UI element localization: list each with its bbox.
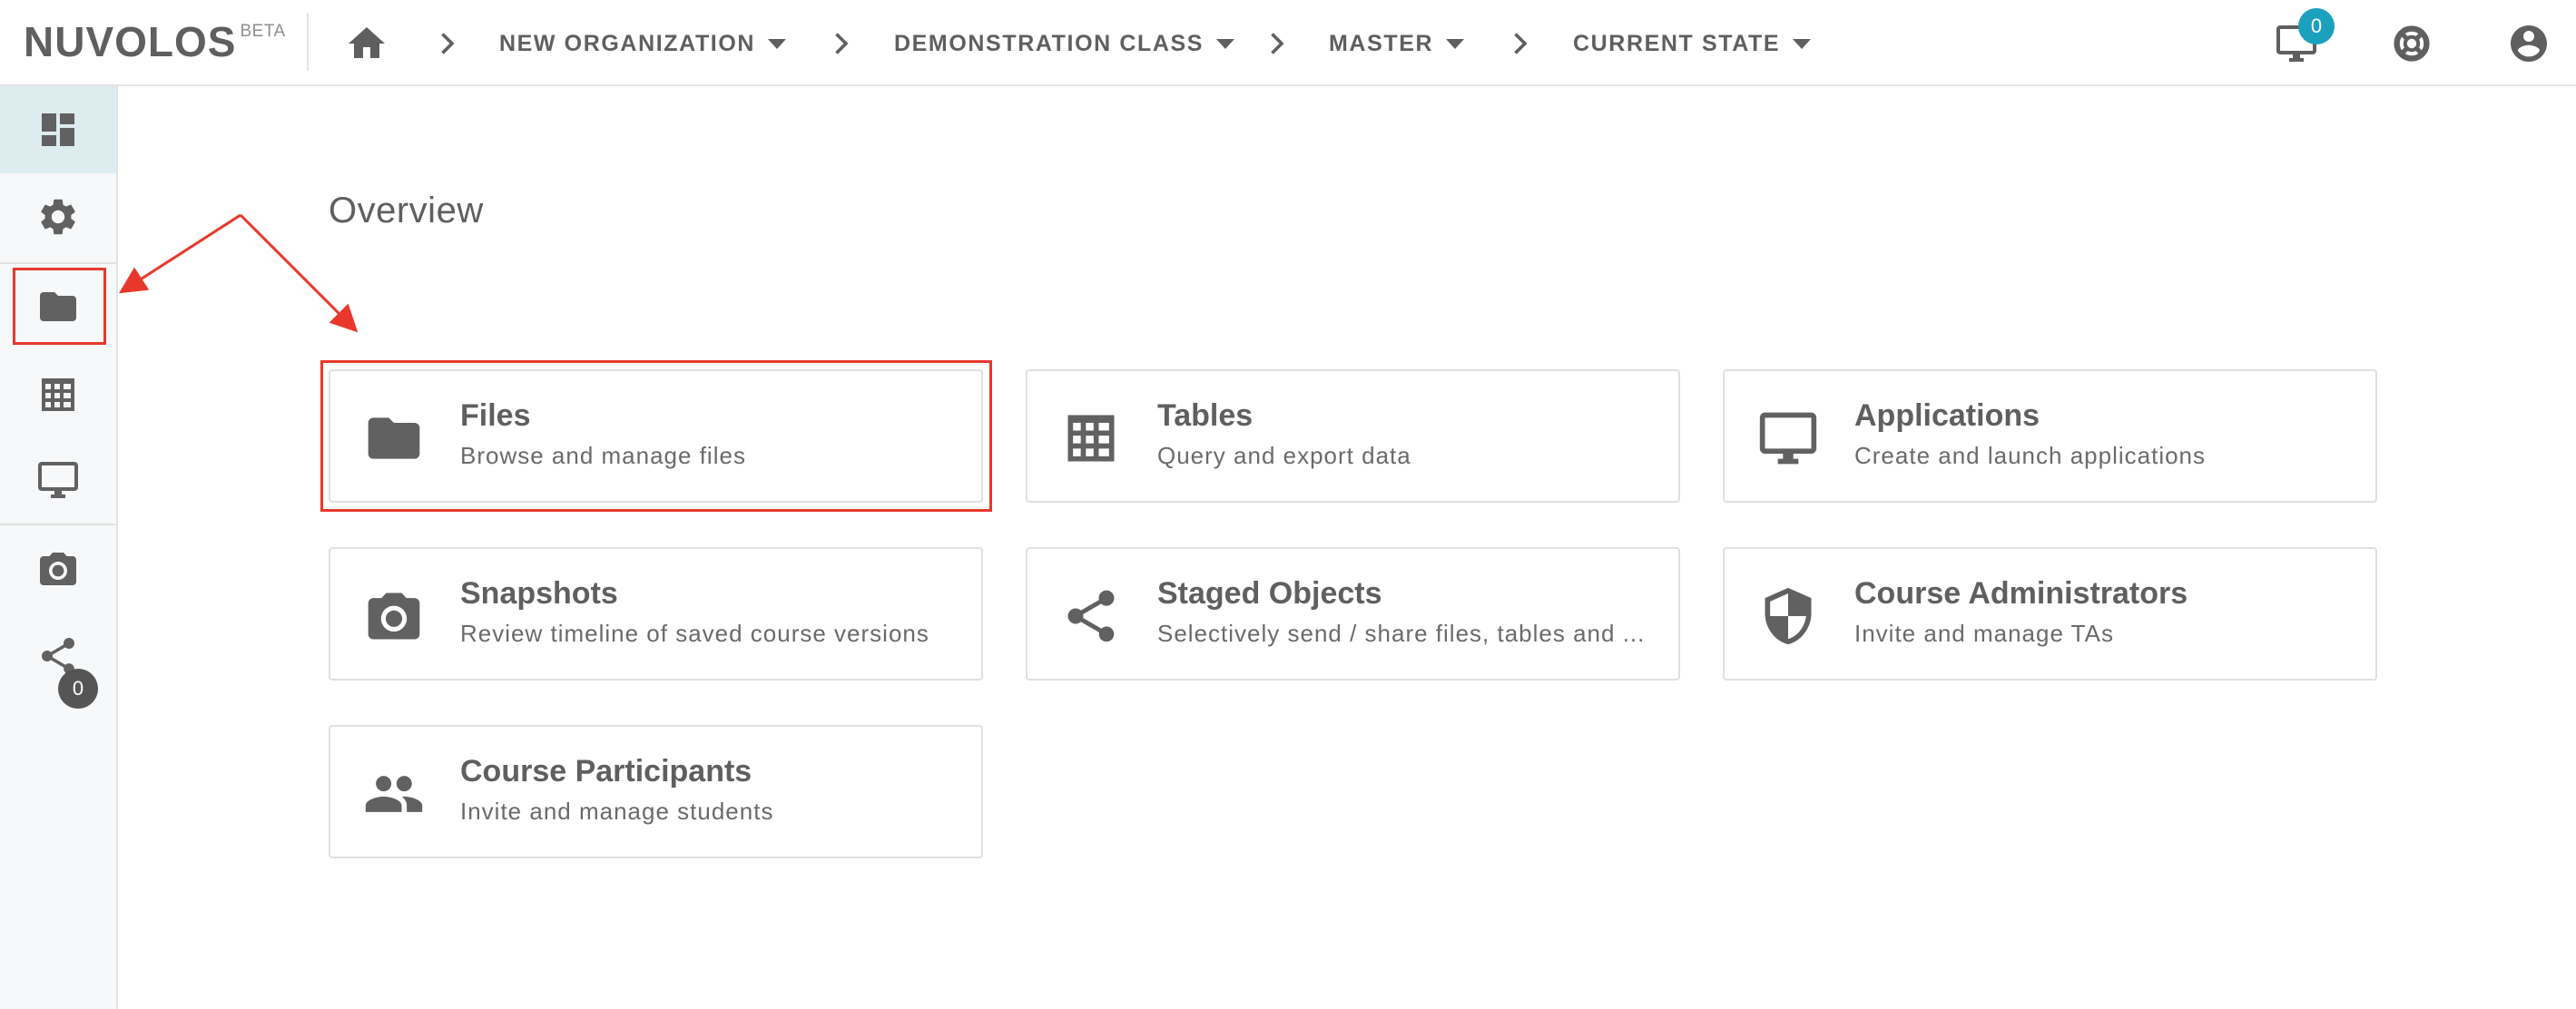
card-title: Course Administrators bbox=[1854, 576, 2188, 611]
sidebar-item-applications[interactable] bbox=[0, 436, 116, 524]
card-description: Browse and manage files bbox=[460, 442, 746, 469]
breadcrumb-instance[interactable]: MASTER bbox=[1329, 24, 1465, 64]
sidebar-item-files[interactable] bbox=[0, 263, 116, 350]
chevron-right-icon bbox=[835, 33, 849, 54]
caret-down-icon bbox=[768, 38, 787, 49]
card-description: Create and launch applications bbox=[1854, 442, 2207, 469]
beta-tag: BETA bbox=[240, 22, 286, 41]
card-title: Staged Objects bbox=[1157, 576, 1382, 611]
gear-icon bbox=[41, 199, 75, 235]
folder-icon bbox=[368, 417, 420, 459]
breadcrumb-space[interactable]: DEMONSTRATION CLASS bbox=[894, 24, 1235, 64]
brand-name: NUVOLOS bbox=[24, 18, 237, 65]
annotation-arrow-to-card bbox=[239, 213, 359, 333]
card-title: Tables bbox=[1157, 398, 1254, 433]
card-title: Snapshots bbox=[460, 576, 618, 611]
breadcrumb-label: DEMONSTRATION CLASS bbox=[894, 30, 1204, 56]
card-applications[interactable]: Applications Create and launch applicati… bbox=[1723, 369, 2377, 503]
sidebar-item-tables[interactable] bbox=[0, 351, 116, 438]
account-icon[interactable] bbox=[2507, 22, 2551, 65]
chevron-right-icon bbox=[1514, 33, 1528, 54]
help-lifebuoy-icon[interactable] bbox=[2390, 22, 2433, 65]
chevron-right-icon bbox=[1271, 33, 1284, 54]
card-description: Selectively send / share files, tables a… bbox=[1157, 620, 1646, 647]
card-title: Applications bbox=[1854, 398, 2040, 433]
share-icon bbox=[1067, 590, 1115, 642]
sidebar-item-dashboard[interactable] bbox=[0, 86, 116, 173]
caret-down-icon bbox=[1793, 38, 1812, 49]
table-icon bbox=[1067, 415, 1115, 462]
monitor-icon bbox=[38, 462, 78, 498]
monitor-icon bbox=[1759, 412, 1817, 465]
sidebar: 0 bbox=[0, 86, 118, 1009]
card-description: Query and export data bbox=[1157, 442, 1411, 469]
caret-down-icon bbox=[1446, 38, 1465, 49]
page-title: Overview bbox=[329, 191, 484, 230]
card-staged-objects[interactable]: Staged Objects Selectively send / share … bbox=[1026, 547, 1680, 681]
card-tables[interactable]: Tables Query and export data bbox=[1026, 369, 1680, 503]
card-description: Review timeline of saved course versions bbox=[460, 620, 929, 647]
breadcrumb-label: CURRENT STATE bbox=[1573, 30, 1781, 56]
card-title: Files bbox=[460, 398, 531, 433]
card-title: Course Participants bbox=[460, 754, 752, 789]
card-files[interactable]: Files Browse and manage files bbox=[329, 369, 983, 503]
card-description: Invite and manage TAs bbox=[1854, 620, 2114, 647]
home-icon[interactable] bbox=[345, 22, 388, 65]
card-description: Invite and manage students bbox=[460, 798, 774, 825]
caret-down-icon bbox=[1216, 38, 1235, 49]
annotation-arrow-to-sidebar bbox=[118, 213, 241, 294]
breadcrumb-organization[interactable]: NEW ORGANIZATION bbox=[499, 24, 787, 64]
card-snapshots[interactable]: Snapshots Review timeline of saved cours… bbox=[329, 547, 983, 681]
people-icon bbox=[365, 776, 423, 812]
notification-badge: 0 bbox=[2298, 8, 2335, 44]
top-bar: NUVOLOS BETA NEW ORGANIZATION DEMONSTRAT… bbox=[0, 0, 2576, 86]
breadcrumb-snapshot[interactable]: CURRENT STATE bbox=[1573, 24, 1812, 64]
shield-icon bbox=[1765, 587, 1812, 645]
logo-divider bbox=[307, 13, 309, 71]
table-icon bbox=[42, 378, 74, 411]
app-logo[interactable]: NUVOLOS BETA bbox=[24, 15, 286, 69]
dashboard-icon bbox=[42, 113, 74, 146]
folder-icon bbox=[40, 292, 76, 321]
camera-icon bbox=[40, 553, 76, 585]
sidebar-item-staged-objects[interactable]: 0 bbox=[0, 612, 116, 709]
card-course-participants[interactable]: Course Participants Invite and manage st… bbox=[329, 725, 983, 858]
card-course-administrators[interactable]: Course Administrators Invite and manage … bbox=[1723, 547, 2377, 681]
camera-icon bbox=[368, 593, 420, 640]
breadcrumb-label: NEW ORGANIZATION bbox=[499, 30, 756, 56]
sidebar-item-snapshots[interactable] bbox=[0, 525, 116, 612]
chevron-right-icon bbox=[441, 33, 455, 54]
breadcrumb-label: MASTER bbox=[1329, 30, 1434, 56]
sidebar-item-settings[interactable] bbox=[0, 173, 116, 260]
staged-count-badge: 0 bbox=[58, 669, 98, 709]
